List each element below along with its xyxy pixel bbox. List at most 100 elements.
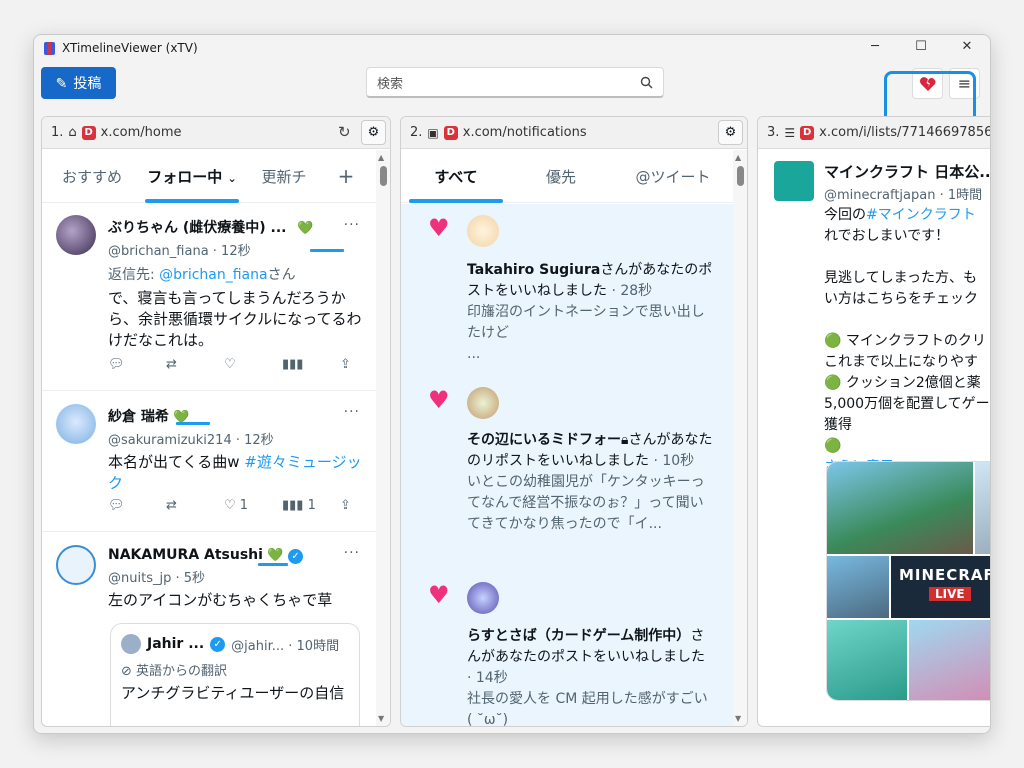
notification-item[interactable]: その辺にいるミドフォー🔒︎さんがあなたのリポストをいいねしました · 10秒 い…	[467, 430, 713, 535]
scroll-thumb[interactable]	[380, 166, 387, 186]
column-home: 1. ⌂ D x.com/home ↻ ⚙ おすすめ フォロー中 ⌄ 更新チ +…	[41, 116, 391, 727]
post-button[interactable]: ✎ 投稿	[41, 67, 116, 99]
tab-all[interactable]: すべて	[401, 166, 511, 187]
tab-updates[interactable]: 更新チ	[242, 166, 326, 187]
notification-item[interactable]: Takahiro Sugiuraさんがあなたのポストをいいねしました · 28秒…	[467, 260, 713, 365]
maximize-button[interactable]: ☐	[898, 35, 944, 61]
search-input[interactable]: 検索	[366, 67, 664, 98]
post-item[interactable]: 紗倉 瑞希 💚 @sakuramizuki214 · 12秒 本名が出てくる曲w…	[42, 392, 376, 532]
avatar[interactable]	[56, 404, 96, 444]
post-line: 🟢 クッション2億個と薬	[824, 375, 981, 391]
post-author-name[interactable]: 紗倉 瑞希	[108, 409, 169, 425]
reply-line: 返信先: @brichan_fianaさん	[108, 265, 363, 286]
avatar[interactable]	[467, 215, 499, 247]
tab-recommended[interactable]: おすすめ	[42, 166, 142, 187]
column-url: x.com/notifications	[462, 125, 587, 140]
post-author-name[interactable]: ぶりちゃん (雌伏療養中) ...	[108, 220, 287, 236]
post-handle[interactable]: @nuits_jp · 5秒	[108, 567, 363, 586]
views-icon[interactable]: ▮▮▮ 1	[282, 498, 340, 513]
tab-following[interactable]: フォロー中 ⌄	[142, 166, 242, 187]
repost-icon[interactable]: ⇄	[166, 498, 224, 513]
add-tab-icon[interactable]: +	[326, 164, 366, 188]
column-scrollbar[interactable]: ▲ ▼	[733, 150, 747, 726]
post-item[interactable]: ぶりちゃん (雌伏療養中) ... 💚 @brichan_fiana · 12秒…	[42, 205, 376, 391]
notification-user[interactable]: Takahiro Sugiura	[467, 262, 600, 278]
column-header: 3. ☰ D x.com/i/lists/771466978569	[758, 117, 991, 149]
post-handle[interactable]: @sakuramizuki214 · 12秒	[108, 429, 363, 448]
post-button-label: 投稿	[73, 75, 102, 91]
column-index: 2.	[410, 125, 423, 140]
post-author-name[interactable]: NAKAMURA Atsushi	[108, 547, 263, 563]
minimize-button[interactable]: ─	[852, 35, 898, 61]
media-image[interactable]	[909, 620, 990, 700]
post-media[interactable]: MINECRAFT LIVE	[826, 461, 990, 701]
media-image[interactable]	[827, 620, 907, 700]
avatar[interactable]	[467, 582, 499, 614]
post-text: 今回の#マインクラフト れでおしまいです！ 見逃してしまった方、も い方はこちら…	[824, 205, 990, 478]
post-line: れでおしまいです！	[824, 228, 950, 244]
share-icon[interactable]: ⇪	[340, 357, 351, 372]
close-button[interactable]: ✕	[944, 35, 990, 61]
notification-icon: ▣	[427, 125, 439, 140]
notification-item[interactable]: らすとさば（カードゲーム制作中）さんがあなたのポストをいいねしました · 14秒…	[467, 626, 713, 726]
quote-card[interactable]: Jahir ... ✓ @jahir... · 10時間 ⊘ 英語からの翻訳 ア…	[110, 623, 360, 726]
like-icon[interactable]: ♡	[224, 357, 282, 372]
share-icon[interactable]: ⇪	[340, 498, 351, 513]
post-line: 5,000万個を配置してゲー	[824, 396, 990, 412]
column-settings-button[interactable]: ⚙	[718, 120, 743, 145]
green-heart-icon: 💚	[296, 221, 314, 236]
reply-to-link[interactable]: @brichan_fiana	[159, 267, 267, 283]
views-icon[interactable]: ▮▮▮	[282, 357, 340, 372]
quote-text: アンチグラビティユーザーの自信	[121, 684, 345, 702]
scroll-down-icon[interactable]: ▼	[378, 714, 384, 723]
column-index: 3.	[767, 125, 780, 140]
more-icon[interactable]: ···	[344, 545, 360, 561]
avatar[interactable]	[467, 387, 499, 419]
post-actions: 💬︎ ⇄ ♡ 1 ▮▮▮ 1 ⇪	[108, 498, 368, 513]
media-image[interactable]	[827, 556, 889, 618]
post-handle[interactable]: @minecraftjapan · 1時間	[824, 184, 990, 203]
scroll-up-icon[interactable]: ▲	[378, 153, 384, 162]
translate-icon: ⊘	[121, 664, 132, 679]
notification-user[interactable]: その辺にいるミドフォー	[467, 432, 621, 448]
post-actions: 💬︎ ⇄ ♡ ▮▮▮ ⇪	[108, 357, 368, 372]
more-icon[interactable]: ···	[344, 217, 360, 233]
notification-list: ♥ Takahiro Sugiuraさんがあなたのポストをいいねしました · 2…	[401, 204, 733, 726]
scroll-thumb[interactable]	[737, 166, 744, 186]
tab-following-label: フォロー中	[147, 167, 223, 186]
quote-author-name[interactable]: Jahir ...	[147, 636, 204, 652]
translate-label[interactable]: 英語からの翻訳	[136, 664, 227, 679]
column-notifications: 2. ▣ D x.com/notifications ⚙ すべて 優先 @ツイー…	[400, 116, 748, 727]
underline-mark	[258, 563, 288, 566]
tab-mentions[interactable]: @ツイート	[611, 166, 735, 187]
media-image[interactable]	[827, 462, 973, 554]
column-url: x.com/i/lists/771466978569	[819, 125, 991, 140]
post-item[interactable]: NAKAMURA Atsushi 💚 ✓ @nuits_jp · 5秒 左のアイ…	[42, 533, 376, 726]
d-badge-icon: D	[800, 125, 815, 140]
notification-user[interactable]: らすとさば（カードゲーム制作中）	[467, 628, 690, 644]
repost-icon[interactable]: ⇄	[166, 357, 224, 372]
post-text: 左のアイコンがむちゃくちゃで草	[108, 591, 333, 609]
column-settings-button[interactable]: ⚙	[361, 120, 386, 145]
reload-icon[interactable]: ↻	[338, 123, 351, 141]
more-icon[interactable]: ···	[344, 404, 360, 420]
like-icon[interactable]: ♡ 1	[224, 498, 282, 513]
scroll-down-icon[interactable]: ▼	[735, 714, 741, 723]
avatar[interactable]	[56, 545, 96, 585]
scroll-up-icon[interactable]: ▲	[735, 153, 741, 162]
avatar[interactable]	[774, 161, 814, 201]
view-count: 1	[307, 498, 316, 513]
like-heart-icon: ♥	[428, 386, 450, 414]
media-image[interactable]: MINECRAFT LIVE	[891, 556, 990, 618]
post-author-name[interactable]: マインクラフト 日本公...	[824, 161, 990, 182]
quote-avatar	[121, 634, 141, 654]
media-image[interactable]	[975, 462, 990, 554]
column-scrollbar[interactable]: ▲ ▼	[376, 150, 390, 726]
hashtag-link[interactable]: #マインクラフト	[866, 207, 976, 223]
notification-excerpt: 印旛沼のイントネーションで思い出したけど	[467, 304, 705, 341]
reply-icon[interactable]: 💬︎	[108, 498, 166, 513]
tab-priority[interactable]: 優先	[511, 166, 611, 187]
post-line: い方はこちらをチェック	[824, 291, 978, 307]
avatar[interactable]	[56, 215, 96, 255]
reply-icon[interactable]: 💬︎	[108, 357, 166, 372]
